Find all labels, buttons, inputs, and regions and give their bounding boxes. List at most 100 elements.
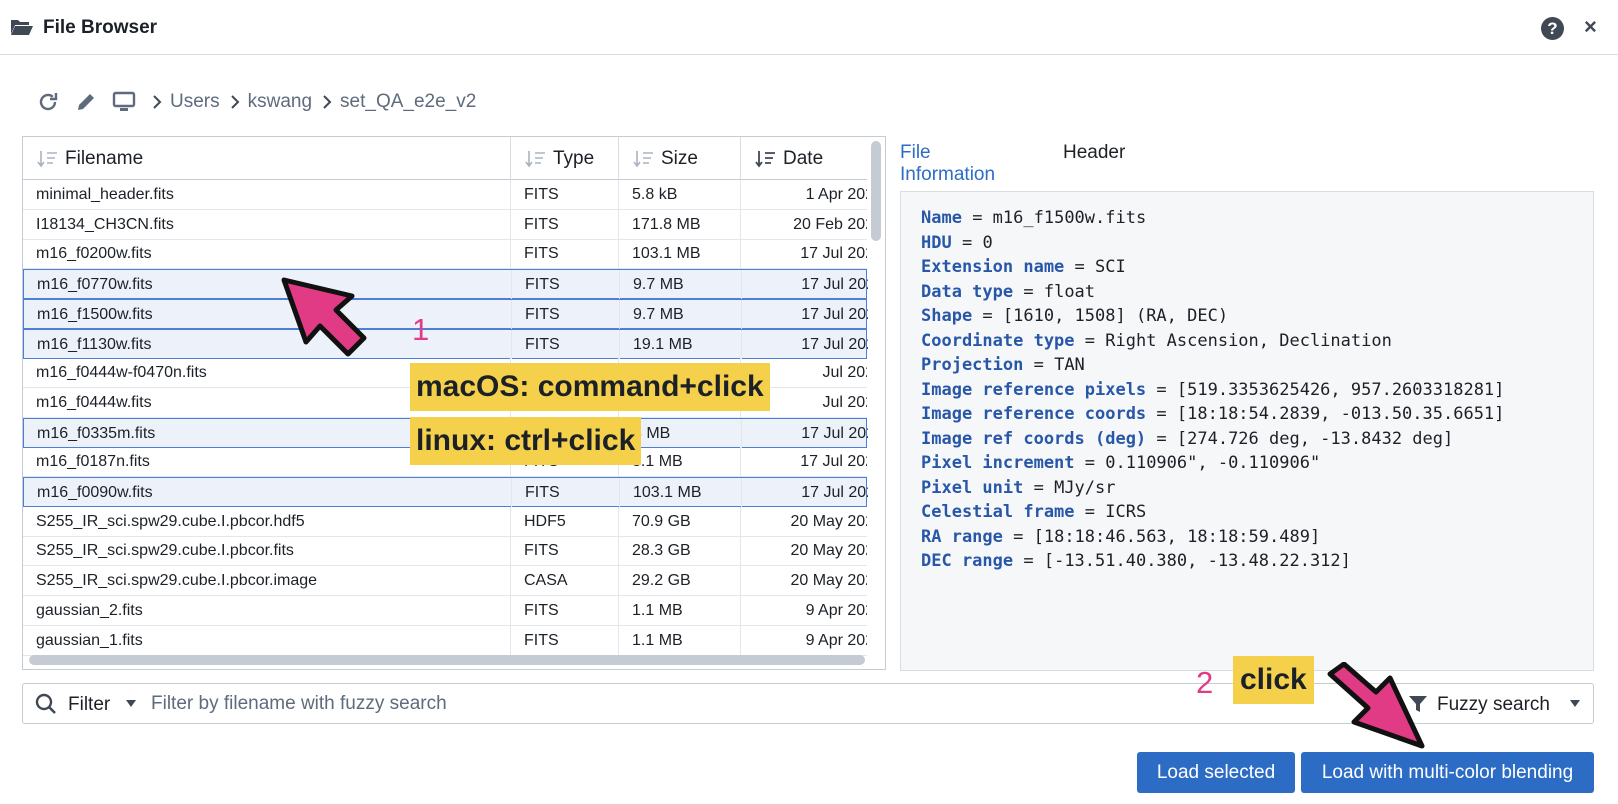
file-name-cell: m16_f0200w.fits <box>23 239 511 269</box>
vertical-scrollbar[interactable] <box>871 141 881 241</box>
tab-file-information[interactable]: File Information <box>900 142 996 197</box>
file-type-cell: FITS <box>512 329 620 359</box>
file-size-cell: 9.7 MB <box>620 270 742 300</box>
file-size-cell: 103.1 MB <box>619 239 741 269</box>
info-line: Image reference pixels = [519.3353625426… <box>921 378 1593 403</box>
file-date-text: 20 Feb 2025 <box>793 215 867 233</box>
filter-input[interactable] <box>151 690 1051 718</box>
table-row[interactable]: minimal_header.fitsFITS5.8 kB 1 Apr 2025 <box>23 180 867 210</box>
file-date-cell: 20 Feb 2025 <box>741 210 867 239</box>
breadcrumb-users[interactable]: Users <box>170 91 220 113</box>
info-line: Image ref coords (deg) = [274.726 deg, -… <box>921 427 1593 452</box>
info-separator: = <box>961 208 993 228</box>
table-row[interactable]: m16_f0200w.fitsFITS103.1 MB 17 Jul 2024 <box>23 239 867 270</box>
sort-descending-icon <box>755 150 775 167</box>
filter-type-label[interactable]: Filter <box>68 694 110 716</box>
breadcrumb-current-folder: set_QA_e2e_v2 <box>340 91 477 112</box>
file-name-cell: S255_IR_sci.spw29.cube.I.pbcor.fits <box>23 536 511 566</box>
desktop-icon[interactable] <box>112 90 136 114</box>
info-value: ICRS <box>1105 502 1147 522</box>
column-header-type[interactable]: Type <box>511 137 619 180</box>
file-name-cell: S255_IR_sci.spw29.cube.I.pbcor.hdf5 <box>23 506 511 536</box>
info-value: m16_f1500w.fits <box>992 208 1147 228</box>
column-header-filename[interactable]: Filename <box>23 137 511 180</box>
step-number-1: 1 <box>412 312 430 347</box>
table-row[interactable]: m16_f1500w.fitsFITS9.7 MB 17 Jul 2024 <box>23 298 868 329</box>
table-row[interactable]: m16_f0090w.fitsFITS103.1 MB 17 Jul 2024 <box>23 477 868 507</box>
file-date-cell: 20 May 2024 <box>741 507 867 536</box>
tab-header[interactable]: Header <box>1063 142 1125 172</box>
info-key: Celestial frame <box>921 502 1075 522</box>
file-type-cell: FITS <box>512 299 620 329</box>
table-row[interactable]: m16_f1130w.fitsFITS19.1 MB 17 Jul 2024 <box>23 328 868 359</box>
file-information-panel: Name = m16_f1500w.fits HDU = 0 Extension n… <box>900 191 1594 671</box>
file-size-cell: 70.9 GB <box>619 506 741 536</box>
chevron-right-icon <box>153 95 162 109</box>
chevron-right-icon <box>323 95 332 109</box>
file-date-cell: 17 Jul 2024 <box>742 478 868 507</box>
load-multi-color-blending-button[interactable]: Load with multi-color blending <box>1301 752 1594 793</box>
breadcrumb-kswang[interactable]: kswang <box>248 91 312 113</box>
table-row[interactable]: I18134_CH3CN.fitsFITS171.8 MB 20 Feb 2025 <box>23 209 867 240</box>
horizontal-scrollbar[interactable] <box>29 655 865 665</box>
file-date-cell: 17 Jul 2024 <box>742 330 868 359</box>
info-line: Shape = [1610, 1508] (RA, DEC) <box>921 304 1593 329</box>
table-row[interactable]: S255_IR_sci.spw29.cube.I.pbcor.hdf5 HDF5 7… <box>23 506 867 537</box>
info-line: Data type = float <box>921 280 1593 305</box>
file-size-cell: 28.3 GB <box>619 536 741 566</box>
help-icon[interactable]: ? <box>1541 17 1564 40</box>
info-line: Extension name = SCI <box>921 255 1593 280</box>
info-key: Projection <box>921 355 1024 375</box>
file-date-text: 17 Jul 2024 <box>801 484 868 501</box>
file-date-text: 17 Jul 2024 <box>801 276 868 294</box>
file-date-cell: 9 Apr 2024 <box>741 626 867 655</box>
file-type-cell: FITS <box>511 595 619 625</box>
column-header-date[interactable]: Date <box>741 137 867 180</box>
table-row[interactable]: gaussian_1.fitsFITS1.1 MB 9 Apr 2024 <box>23 625 867 656</box>
info-line: Name = m16_f1500w.fits <box>921 206 1593 231</box>
file-name-cell: m16_f1130w.fits <box>24 329 512 359</box>
close-icon[interactable]: × <box>1584 15 1597 39</box>
table-row[interactable]: m16_f0770w.fitsFITS9.7 MB 17 Jul 2024 <box>23 269 868 300</box>
file-type-cell: FITS <box>511 239 619 269</box>
folder-open-icon <box>11 20 33 35</box>
annotation-arrow-2 <box>1327 662 1425 749</box>
info-value: MJy/sr <box>1054 477 1116 498</box>
file-date-cell: 17 Jul 2024 <box>742 300 868 329</box>
file-date-text: 9 Apr 2024 <box>805 601 867 619</box>
info-value: 0.110906", -0.110906" <box>1105 453 1321 473</box>
info-separator: = <box>1013 551 1044 571</box>
info-value: TAN <box>1054 355 1085 375</box>
file-size-cell: 103.1 MB <box>620 478 742 507</box>
file-size-cell: 1.1 MB <box>619 625 741 655</box>
search-mode-select[interactable]: Fuzzy search <box>1437 694 1550 716</box>
info-key: RA range <box>921 526 1003 547</box>
edit-icon[interactable] <box>74 90 98 114</box>
chevron-down-icon[interactable] <box>1569 699 1581 708</box>
chevron-down-icon[interactable] <box>125 699 137 708</box>
file-date-text: 17 Jul 2024 <box>801 305 868 323</box>
table-row[interactable]: S255_IR_sci.spw29.cube.I.pbcor.fits FITS 2… <box>23 536 867 567</box>
info-line: Pixel increment = 0.110906", -0.110906" <box>921 451 1593 476</box>
info-line: Image reference coords = [18:18:54.2839,… <box>921 402 1593 427</box>
file-date-cell: 20 May 2024 <box>741 536 867 565</box>
file-type-cell: HDF5 <box>511 506 619 536</box>
load-selected-button[interactable]: Load selected <box>1137 752 1295 793</box>
info-key: Image reference pixels <box>921 379 1147 400</box>
file-size-cell: 5.8 kB <box>619 180 741 209</box>
file-date-text: 9 Apr 2024 <box>805 631 867 649</box>
table-row[interactable]: gaussian_2.fitsFITS1.1 MB 9 Apr 2024 <box>23 595 867 626</box>
file-date-text: 20 May 2024 <box>790 572 867 590</box>
file-date-cell: 17 Jul 2024 <box>741 239 867 268</box>
info-value: [274.726 deg, -13.8432 deg] <box>1176 428 1454 449</box>
info-value: float <box>1043 281 1096 302</box>
table-row[interactable]: S255_IR_sci.spw29.cube.I.pbcor.image CASA… <box>23 566 867 597</box>
info-key: Pixel unit <box>921 477 1024 498</box>
column-header-size[interactable]: Size <box>619 137 741 180</box>
info-separator: = <box>972 306 1003 326</box>
info-separator: = <box>1013 281 1044 302</box>
info-value: [18:18:54.2839, -013.50.35.6651] <box>1176 404 1505 424</box>
file-date-text: 1 Apr 2025 <box>805 186 867 203</box>
info-value: 0 <box>982 232 993 253</box>
refresh-icon[interactable] <box>36 90 60 114</box>
